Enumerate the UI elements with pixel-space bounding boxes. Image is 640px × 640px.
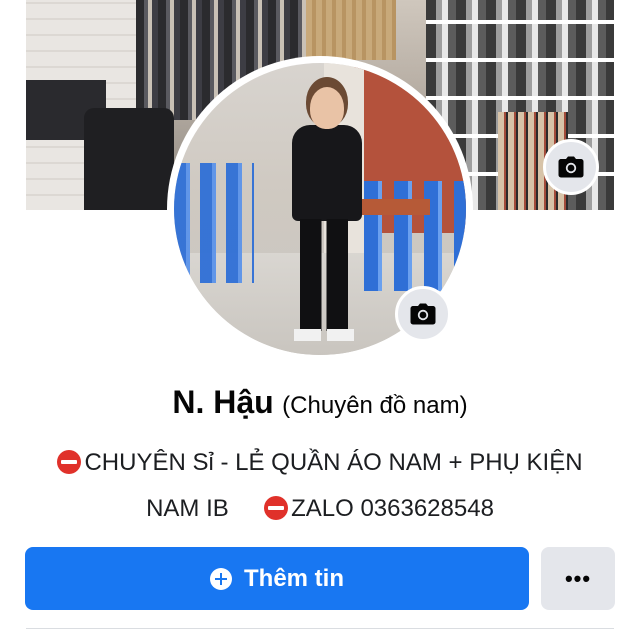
camera-icon — [410, 303, 436, 325]
bio-line-2-text-a: NAM IB — [146, 495, 229, 522]
more-dots-icon: ••• — [564, 565, 592, 591]
no-entry-icon — [264, 496, 289, 520]
bio-line-2: NAM IB ZALO 0363628548 — [30, 486, 610, 532]
profile-name-line: N. Hậu (Chuyên đồ nam) — [0, 384, 640, 421]
avatar-blue-chairs — [174, 163, 254, 283]
avatar-person-legs — [300, 219, 348, 331]
profile-nickname: (Chuyên đồ nam) — [282, 392, 468, 419]
section-divider — [26, 628, 614, 629]
avatar-person-body — [292, 125, 362, 221]
camera-icon — [558, 156, 584, 178]
bio-line-1: CHUYÊN Sỉ - LẺ QUẦN ÁO NAM + PHỤ KIỆN — [30, 440, 610, 486]
avatar-person-head — [310, 87, 344, 129]
add-story-button[interactable]: Thêm tin — [25, 547, 529, 610]
profile-page: N. Hậu (Chuyên đồ nam) CHUYÊN Sỉ - LẺ QU… — [0, 0, 640, 640]
bio-line-1-text: CHUYÊN Sỉ - LẺ QUẦN ÁO NAM + PHỤ KIỆN — [84, 449, 583, 476]
cover-camera-button[interactable] — [543, 139, 599, 195]
avatar-camera-button[interactable] — [395, 286, 451, 342]
avatar-blue-chairs-right — [364, 181, 466, 291]
no-entry-icon — [57, 450, 82, 474]
cover-shirt — [84, 108, 174, 210]
avatar-table — [350, 199, 430, 215]
bio-line-2-text-b: ZALO 0363628548 — [291, 495, 494, 522]
avatar-person-shoes — [294, 329, 354, 341]
add-story-label: Thêm tin — [244, 564, 344, 592]
profile-name: N. Hậu — [172, 384, 274, 420]
profile-bio: CHUYÊN Sỉ - LẺ QUẦN ÁO NAM + PHỤ KIỆN NA… — [30, 440, 610, 532]
cover-curtain — [306, 0, 396, 60]
more-options-button[interactable]: ••• — [541, 547, 615, 610]
plus-circle-icon — [210, 567, 232, 590]
